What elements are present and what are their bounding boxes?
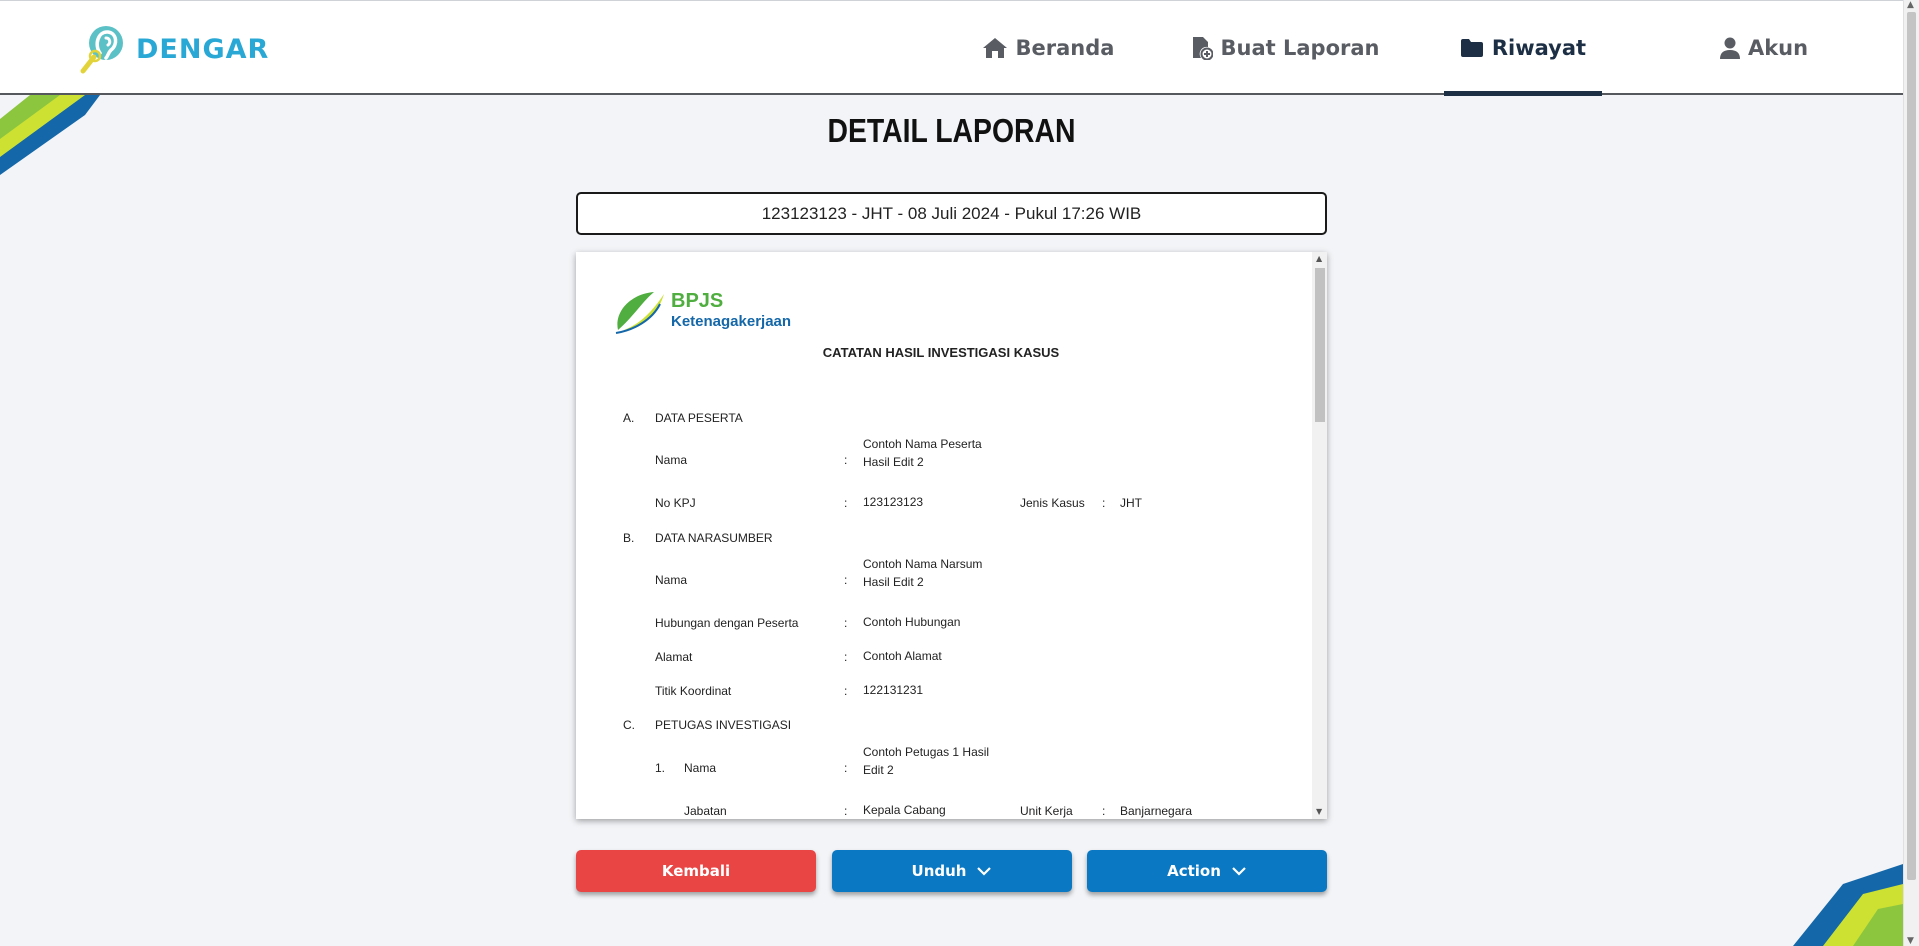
peserta-nama-value-2: Hasil Edit 2: [863, 455, 924, 469]
narasumber-nama-label: Nama: [655, 573, 688, 587]
peserta-jenis-label: Jenis Kasus: [1020, 496, 1085, 510]
file-add-icon: [1192, 36, 1213, 60]
nav-beranda-label: Beranda: [1015, 35, 1115, 60]
document-scrollbar[interactable]: ▲ ▼: [1312, 252, 1327, 819]
narasumber-nama-value-1: Contoh Nama Narsum: [863, 557, 983, 571]
colon: :: [844, 453, 848, 467]
narasumber-titik-value: 122131231: [863, 683, 924, 697]
section-b-title: DATA NARASUMBER: [655, 531, 773, 545]
peserta-jenis-value: JHT: [1120, 496, 1142, 510]
section-b-letter: B.: [623, 531, 635, 545]
folder-icon: [1460, 38, 1483, 57]
nav-beranda[interactable]: Beranda: [968, 1, 1128, 94]
colon: :: [844, 761, 848, 775]
decorative-corner-bottom-right: [1793, 864, 1903, 946]
home-icon: [982, 37, 1007, 58]
decorative-corner-top-left: [0, 95, 100, 175]
action-button[interactable]: Action: [1087, 850, 1327, 892]
section-a-letter: A.: [623, 411, 635, 425]
nav-akun-label: Akun: [1747, 35, 1809, 60]
scroll-up-arrow-icon[interactable]: ▲: [1907, 0, 1914, 10]
petugas-nama-label: Nama: [684, 761, 717, 775]
bpjs-logo-line2: Ketenagakerjaan: [671, 313, 792, 330]
window-scrollbar[interactable]: ▲ ▼: [1903, 0, 1919, 946]
peserta-nama-value-1: Contoh Nama Peserta: [863, 437, 982, 451]
narasumber-alamat-value: Contoh Alamat: [863, 649, 942, 663]
app-name: DENGAR: [136, 33, 270, 65]
document-preview[interactable]: BPJS Ketenagakerjaan CATATAN HASIL INVES…: [576, 252, 1327, 819]
peserta-kpj-label: No KPJ: [655, 496, 696, 510]
colon: :: [1102, 804, 1106, 818]
doc-scroll-up-icon[interactable]: ▲: [1316, 254, 1322, 263]
bpjs-logo-line1: BPJS: [671, 290, 724, 312]
bpjs-logo: BPJS Ketenagakerjaan: [614, 290, 791, 334]
scroll-down-arrow-icon[interactable]: ▼: [1907, 936, 1914, 946]
narasumber-hubungan-value: Contoh Hubungan: [863, 615, 961, 629]
petugas-unit-label: Unit Kerja: [1020, 804, 1073, 818]
colon: :: [844, 573, 848, 587]
petugas-jabatan-label: Jabatan: [684, 804, 727, 818]
ear-logo-icon: [80, 26, 123, 74]
active-tab-indicator: [1444, 91, 1602, 96]
app-logo[interactable]: DENGAR: [80, 23, 269, 75]
chevron-down-icon: [977, 867, 992, 876]
narasumber-titik-label: Titik Koordinat: [655, 684, 732, 698]
petugas-number: 1.: [655, 761, 666, 775]
colon: :: [844, 804, 848, 818]
unduh-button-label: Unduh: [911, 862, 967, 880]
kembali-button-label: Kembali: [661, 862, 731, 880]
page-title: DETAIL LAPORAN: [827, 112, 1076, 149]
unduh-button[interactable]: Unduh: [832, 850, 1072, 892]
petugas-nama-value-1: Contoh Petugas 1 Hasil: [863, 745, 990, 759]
top-navbar: DENGAR Beranda Buat Laporan Riwayat Akun: [0, 0, 1903, 96]
section-a-title: DATA PESERTA: [655, 411, 743, 425]
petugas-unit-value: Banjarnegara: [1120, 804, 1193, 818]
peserta-kpj-value: 123123123: [863, 495, 924, 509]
colon: :: [844, 684, 848, 698]
kembali-button[interactable]: Kembali: [576, 850, 816, 892]
window-scrollbar-thumb[interactable]: [1907, 12, 1916, 880]
nav-riwayat[interactable]: Riwayat: [1444, 1, 1602, 96]
section-c-letter: C.: [623, 718, 635, 732]
peserta-nama-label: Nama: [655, 453, 688, 467]
action-button-label: Action: [1167, 862, 1221, 880]
colon: :: [844, 496, 848, 510]
bpjs-leaf-icon: [615, 292, 664, 334]
colon: :: [844, 616, 848, 630]
section-c-title: PETUGAS INVESTIGASI: [655, 718, 792, 732]
narasumber-nama-value-2: Hasil Edit 2: [863, 575, 924, 589]
narasumber-alamat-label: Alamat: [655, 650, 693, 664]
report-selector[interactable]: 123123123 - JHT - 08 Juli 2024 - Pukul 1…: [576, 192, 1327, 235]
narasumber-hubungan-label: Hubungan dengan Peserta: [655, 616, 799, 630]
colon: :: [1102, 496, 1106, 510]
nav-riwayat-label: Riwayat: [1491, 35, 1587, 60]
petugas-nama-value-2: Edit 2: [863, 763, 894, 777]
nav-akun[interactable]: Akun: [1684, 1, 1844, 94]
document-page: BPJS Ketenagakerjaan CATATAN HASIL INVES…: [576, 252, 1312, 819]
document-scrollbar-thumb[interactable]: [1315, 268, 1325, 422]
petugas-jabatan-value: Kepala Cabang: [863, 803, 946, 817]
doc-scroll-down-icon[interactable]: ▼: [1316, 807, 1322, 816]
nav-buat-laporan[interactable]: Buat Laporan: [1190, 1, 1380, 94]
user-icon: [1719, 37, 1740, 59]
nav-buat-laporan-label: Buat Laporan: [1220, 35, 1380, 60]
chevron-down-icon: [1232, 867, 1246, 876]
document-heading: CATATAN HASIL INVESTIGASI KASUS: [822, 345, 1060, 360]
colon: :: [844, 650, 848, 664]
